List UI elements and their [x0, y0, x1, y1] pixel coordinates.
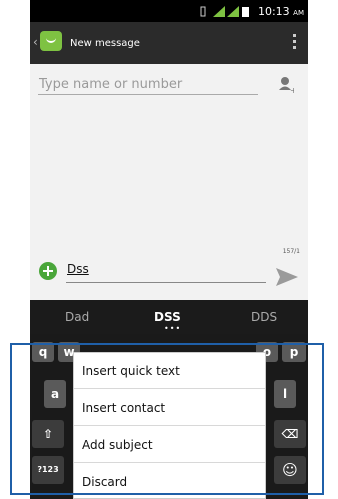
signal-1-icon: [213, 6, 225, 17]
compose-area: Type name or number +: [30, 64, 308, 244]
usb-icon: [200, 6, 206, 17]
up-navigation-icon[interactable]: ‹: [33, 35, 38, 49]
page-title: New message: [70, 38, 140, 49]
suggestion-1[interactable]: Dad: [65, 310, 89, 324]
highlight-frame: [10, 343, 324, 495]
more-suggestions-icon: •••: [164, 324, 182, 333]
clock: 10:13 AM: [257, 5, 304, 18]
svg-text:+: +: [290, 86, 294, 94]
status-bar: 10:13 AM: [30, 0, 308, 22]
add-contact-icon[interactable]: +: [278, 76, 294, 94]
message-input[interactable]: Dss: [67, 262, 89, 276]
character-counter: 157/1: [282, 248, 300, 255]
signal-2-icon: [227, 6, 239, 17]
suggestion-2[interactable]: DSS: [154, 310, 181, 324]
suggestion-bar: Dad DSS ••• DDS: [30, 300, 308, 334]
overflow-menu-icon[interactable]: [293, 34, 296, 52]
action-bar: ‹ New message: [30, 22, 308, 64]
suggestion-3[interactable]: DDS: [251, 310, 277, 324]
message-row: 157/1 Dss: [30, 244, 308, 300]
messaging-app-icon[interactable]: [40, 31, 62, 51]
attach-plus-icon[interactable]: [39, 262, 57, 280]
message-underline: [66, 282, 266, 283]
battery-icon: [242, 7, 249, 17]
recipient-placeholder: Type name or number: [39, 77, 183, 92]
send-icon[interactable]: [276, 268, 298, 286]
